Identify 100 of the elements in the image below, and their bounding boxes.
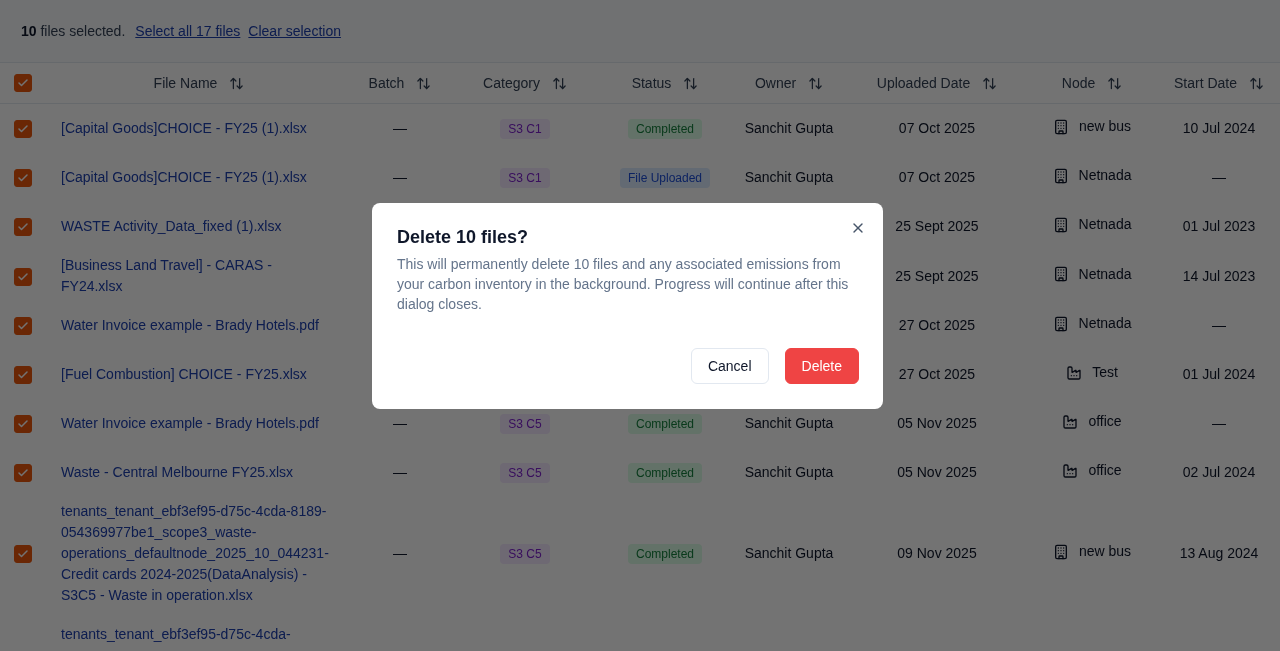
file-name-link[interactable]: Water Invoice example - Brady Hotels.pdf: [61, 315, 319, 336]
column-header[interactable]: Batch: [368, 75, 405, 91]
column-header[interactable]: Status: [631, 75, 672, 91]
status-badge: Completed: [628, 544, 702, 564]
building-icon: [1052, 118, 1069, 135]
batch-text: —: [393, 545, 407, 561]
start-date: —: [1212, 317, 1226, 333]
clear-selection-link[interactable]: Clear selection: [248, 23, 341, 39]
checkbox[interactable]: [14, 120, 32, 139]
node-name: Test: [1092, 363, 1118, 383]
start-date: 01 Jul 2023: [1182, 218, 1256, 234]
owner-text: Sanchit Gupta: [744, 415, 834, 431]
category-tag: S3 C5: [500, 463, 550, 483]
building-icon: [1052, 315, 1069, 332]
uploaded-date: 25 Sept 2025: [895, 267, 979, 284]
sort-icon[interactable]: [229, 75, 245, 91]
uploaded-date: 09 Nov 2025: [897, 545, 977, 561]
file-name-link[interactable]: WASTE Activity_Data_fixed (1).xlsx: [61, 216, 282, 237]
uploaded-date: 05 Nov 2025: [897, 464, 977, 480]
category-tag: S3 C5: [500, 544, 550, 564]
checkbox[interactable]: [14, 415, 32, 434]
uploaded-date: 07 Oct 2025: [898, 169, 976, 185]
dialog-message: This will permanently delete 10 files and any associated emissions from your carbon inventory in the background. Progress will continue after this dialog closes.: [397, 255, 850, 314]
owner-text: Sanchit Gupta: [744, 169, 834, 185]
sort-icon[interactable]: [1107, 75, 1123, 91]
node-name: Netnada: [1078, 166, 1132, 186]
uploaded-date: 07 Oct 2025: [898, 120, 976, 136]
sort-icon[interactable]: [416, 75, 432, 91]
dialog-title: Delete 10 files?: [397, 227, 530, 248]
sort-icon[interactable]: [1249, 75, 1264, 91]
node-name: Netnada: [1078, 215, 1132, 235]
delete-button[interactable]: Delete: [784, 348, 859, 384]
check-icon: [17, 270, 29, 283]
building-icon: [1052, 167, 1069, 184]
column-header[interactable]: Category: [483, 75, 540, 91]
start-date: 02 Jul 2024: [1182, 464, 1256, 480]
category-tag: S3 C5: [500, 414, 550, 434]
owner-text: Sanchit Gupta: [744, 464, 834, 480]
file-name-link[interactable]: tenants_tenant_ebf3ef95-d75c-4cda-: [61, 624, 291, 645]
status-badge: Completed: [628, 463, 702, 483]
batch-text: —: [393, 120, 407, 136]
checkbox[interactable]: [14, 169, 32, 188]
node-name: office: [1088, 412, 1122, 432]
file-name-link[interactable]: tenants_tenant_ebf3ef95-d75c-4cda-8189-054369977be1_scope3_waste-operations_defaultnode_2025_10_044231-Credit cards 2024-2025(DataAnalysis) - S3C5 - Waste in operation.xlsx: [61, 501, 331, 606]
owner-text: Sanchit Gupta: [744, 545, 834, 561]
factory-icon: [1062, 462, 1079, 479]
checkbox[interactable]: [14, 74, 32, 93]
building-icon: [1052, 266, 1069, 283]
factory-icon: [1066, 364, 1083, 381]
start-date: —: [1212, 415, 1226, 431]
checkbox[interactable]: [14, 218, 32, 237]
owner-text: Sanchit Gupta: [744, 120, 834, 136]
file-name-link[interactable]: [Business Land Travel] - CARAS - FY24.xlsx: [61, 255, 331, 297]
building-icon: [1052, 543, 1069, 560]
checkbox[interactable]: [14, 545, 32, 564]
uploaded-date: 25 Sept 2025: [895, 218, 979, 234]
building-icon: [1052, 216, 1069, 233]
checkbox[interactable]: [14, 464, 32, 483]
sort-icon[interactable]: [808, 75, 824, 91]
uploaded-date: 27 Oct 2025: [898, 366, 976, 382]
node-name: office: [1088, 461, 1122, 481]
status-badge: Completed: [628, 119, 702, 139]
start-date: 13 Aug 2024: [1179, 545, 1259, 561]
category-tag: S3 C1: [500, 119, 550, 139]
start-date: —: [1212, 169, 1226, 185]
uploaded-date: 27 Oct 2025: [898, 317, 976, 333]
cancel-button[interactable]: Cancel: [690, 348, 769, 384]
start-date: 01 Jul 2024: [1182, 366, 1256, 382]
file-name-link[interactable]: [Capital Goods]CHOICE - FY25 (1).xlsx: [61, 167, 307, 188]
node-name: new bus: [1078, 117, 1132, 137]
checkbox[interactable]: [14, 366, 32, 385]
file-name-link[interactable]: Waste - Central Melbourne FY25.xlsx: [61, 462, 294, 483]
status-badge: Completed: [628, 414, 702, 434]
checkbox[interactable]: [14, 267, 32, 286]
batch-text: —: [393, 415, 407, 431]
column-header[interactable]: Node: [1061, 75, 1096, 91]
column-header[interactable]: Owner: [754, 75, 797, 91]
column-header[interactable]: File Name: [153, 75, 218, 91]
file-name-link[interactable]: [Fuel Combustion] CHOICE - FY25.xlsx: [61, 364, 307, 385]
sort-icon[interactable]: [683, 75, 699, 91]
column-header[interactable]: Uploaded Date: [876, 75, 971, 91]
file-name-link[interactable]: [Capital Goods]CHOICE - FY25 (1).xlsx: [61, 118, 307, 139]
file-name-link[interactable]: Water Invoice example - Brady Hotels.pdf: [61, 413, 319, 434]
factory-icon: [1062, 413, 1079, 430]
node-name: new bus: [1078, 542, 1132, 562]
start-date: 10 Jul 2024: [1182, 120, 1256, 136]
batch-text: —: [393, 464, 407, 480]
node-name: Netnada: [1078, 264, 1132, 284]
batch-text: —: [393, 169, 407, 185]
uploaded-date: 05 Nov 2025: [897, 415, 977, 431]
start-date: 14 Jul 2023: [1182, 267, 1256, 284]
status-badge: File Uploaded: [619, 168, 710, 188]
checkbox[interactable]: [14, 317, 32, 336]
column-header[interactable]: Start Date: [1174, 75, 1237, 91]
select-all-link[interactable]: Select all 17 files: [135, 23, 241, 39]
selection-summary: 10 files selected.: [21, 23, 126, 39]
node-name: Netnada: [1078, 314, 1132, 334]
sort-icon[interactable]: [551, 75, 567, 91]
sort-icon[interactable]: [982, 75, 998, 91]
category-tag: S3 C1: [500, 168, 550, 188]
